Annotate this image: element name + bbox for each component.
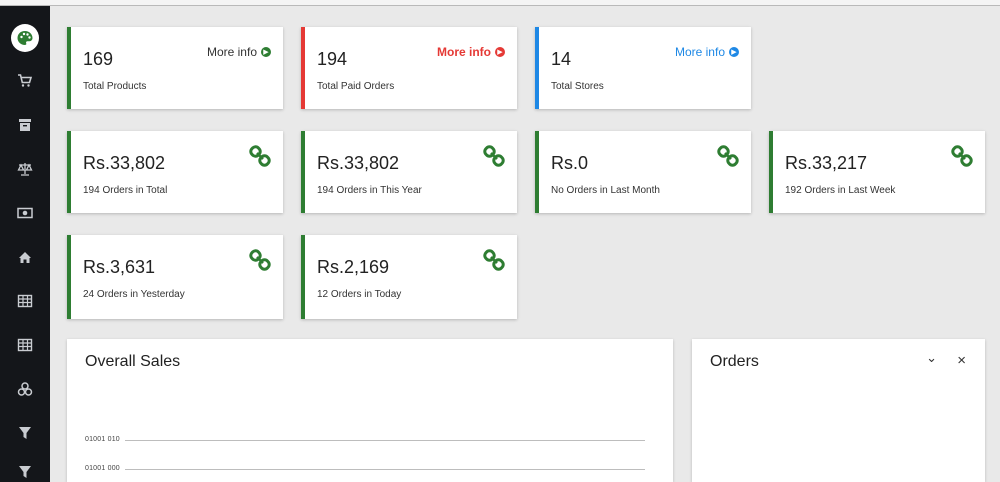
stat-card-total-stores: 14 Total Stores More info ▶ [535, 27, 751, 109]
sidebar [0, 6, 50, 482]
more-info-label: More info [674, 45, 725, 59]
balance-scale-icon [17, 163, 33, 176]
archive-icon [19, 119, 31, 131]
stat-label: 12 Orders in Today [317, 289, 402, 300]
stat-label: Total Products [83, 81, 147, 92]
stat-card-total-products: 169 Total Products More info ▶ [67, 27, 283, 109]
stat-label: Total Paid Orders [317, 81, 395, 92]
money-icon [17, 207, 33, 219]
sidebar-item-cubes[interactable] [15, 379, 35, 399]
stat-card-orders-today: Rs.2,169 12 Orders in Today [301, 235, 517, 319]
more-info-label: More info [206, 45, 257, 59]
stat-value: Rs.33,217 [785, 153, 868, 173]
stat-label: No Orders in Last Month [551, 185, 660, 196]
stat-label: 194 Orders in Total [83, 185, 168, 196]
brand-logo[interactable] [11, 24, 39, 52]
funnel-icon [19, 466, 31, 478]
sidebar-item-money[interactable] [15, 203, 35, 223]
more-info-link[interactable]: More info ▶ [675, 45, 739, 59]
stat-card-orders-total: Rs.33,802 194 Orders in Total [67, 131, 283, 213]
chart-tick-label: 01001 000 [85, 465, 120, 472]
stat-label: 194 Orders in This Year [317, 185, 422, 196]
panel-title: Overall Sales [85, 353, 181, 370]
link-icon[interactable] [483, 145, 505, 167]
sidebar-item-archive[interactable] [15, 115, 35, 135]
arrow-circle-right-icon: ▶ [729, 47, 739, 57]
window-top-edge [0, 0, 1000, 6]
sidebar-item-funnel[interactable] [15, 462, 35, 482]
stat-value: 194 [317, 49, 348, 69]
sidebar-item-balance[interactable] [15, 159, 35, 179]
link-icon[interactable] [717, 145, 739, 167]
more-info-link[interactable]: More info ▶ [207, 45, 271, 59]
more-info-link[interactable]: More info ▶ [437, 45, 505, 59]
stat-value: Rs.33,802 [317, 153, 400, 173]
chart-gridline [125, 469, 645, 470]
stat-value: 14 [551, 49, 572, 69]
sidebar-item-filter[interactable] [15, 423, 35, 443]
close-button[interactable]: × [957, 352, 966, 369]
chart-tick-label: 01001 010 [85, 436, 120, 443]
stat-value: Rs.2,169 [317, 257, 390, 277]
collapse-button[interactable]: ⌄ [926, 350, 937, 366]
more-info-label: More info [437, 45, 491, 59]
stat-label: Total Stores [551, 81, 604, 92]
stat-card-orders-yesterday: Rs.3,631 24 Orders in Yesterday [67, 235, 283, 319]
stat-card-orders-last-week: Rs.33,217 192 Orders in Last Week [769, 131, 985, 213]
stat-value: 169 [83, 49, 114, 69]
link-icon[interactable] [483, 249, 505, 271]
table-icon [17, 294, 33, 308]
overall-sales-panel: Overall Sales 01001 010 01001 000 [67, 339, 673, 482]
link-icon[interactable] [249, 249, 271, 271]
stat-label: 192 Orders in Last Week [785, 185, 896, 196]
stat-card-orders-last-month: Rs.0 No Orders in Last Month [535, 131, 751, 213]
arrow-circle-right-icon: ▶ [495, 47, 505, 57]
sidebar-item-grid[interactable] [15, 335, 35, 355]
panel-title: Orders [710, 353, 759, 370]
stat-card-total-paid-orders: 194 Total Paid Orders More info ▶ [301, 27, 517, 109]
home-icon [19, 252, 31, 263]
stat-value: Rs.3,631 [83, 257, 156, 277]
sidebar-item-table[interactable] [15, 291, 35, 311]
orders-panel: Orders ⌄ × [692, 339, 985, 482]
grid-icon [17, 338, 33, 352]
chart-gridline [125, 440, 645, 441]
sidebar-item-cart[interactable] [15, 71, 35, 91]
link-icon[interactable] [951, 145, 973, 167]
stat-value: Rs.0 [551, 153, 589, 173]
stat-card-orders-this-year: Rs.33,802 194 Orders in This Year [301, 131, 517, 213]
cubes-icon [17, 382, 33, 396]
sidebar-item-home[interactable] [15, 247, 35, 267]
palette-icon [17, 31, 33, 45]
stat-value: Rs.33,802 [83, 153, 166, 173]
arrow-circle-right-icon: ▶ [261, 47, 271, 57]
link-icon[interactable] [249, 145, 271, 167]
filter-icon [19, 427, 31, 439]
stat-label: 24 Orders in Yesterday [83, 289, 185, 300]
cart-icon [18, 74, 33, 87]
